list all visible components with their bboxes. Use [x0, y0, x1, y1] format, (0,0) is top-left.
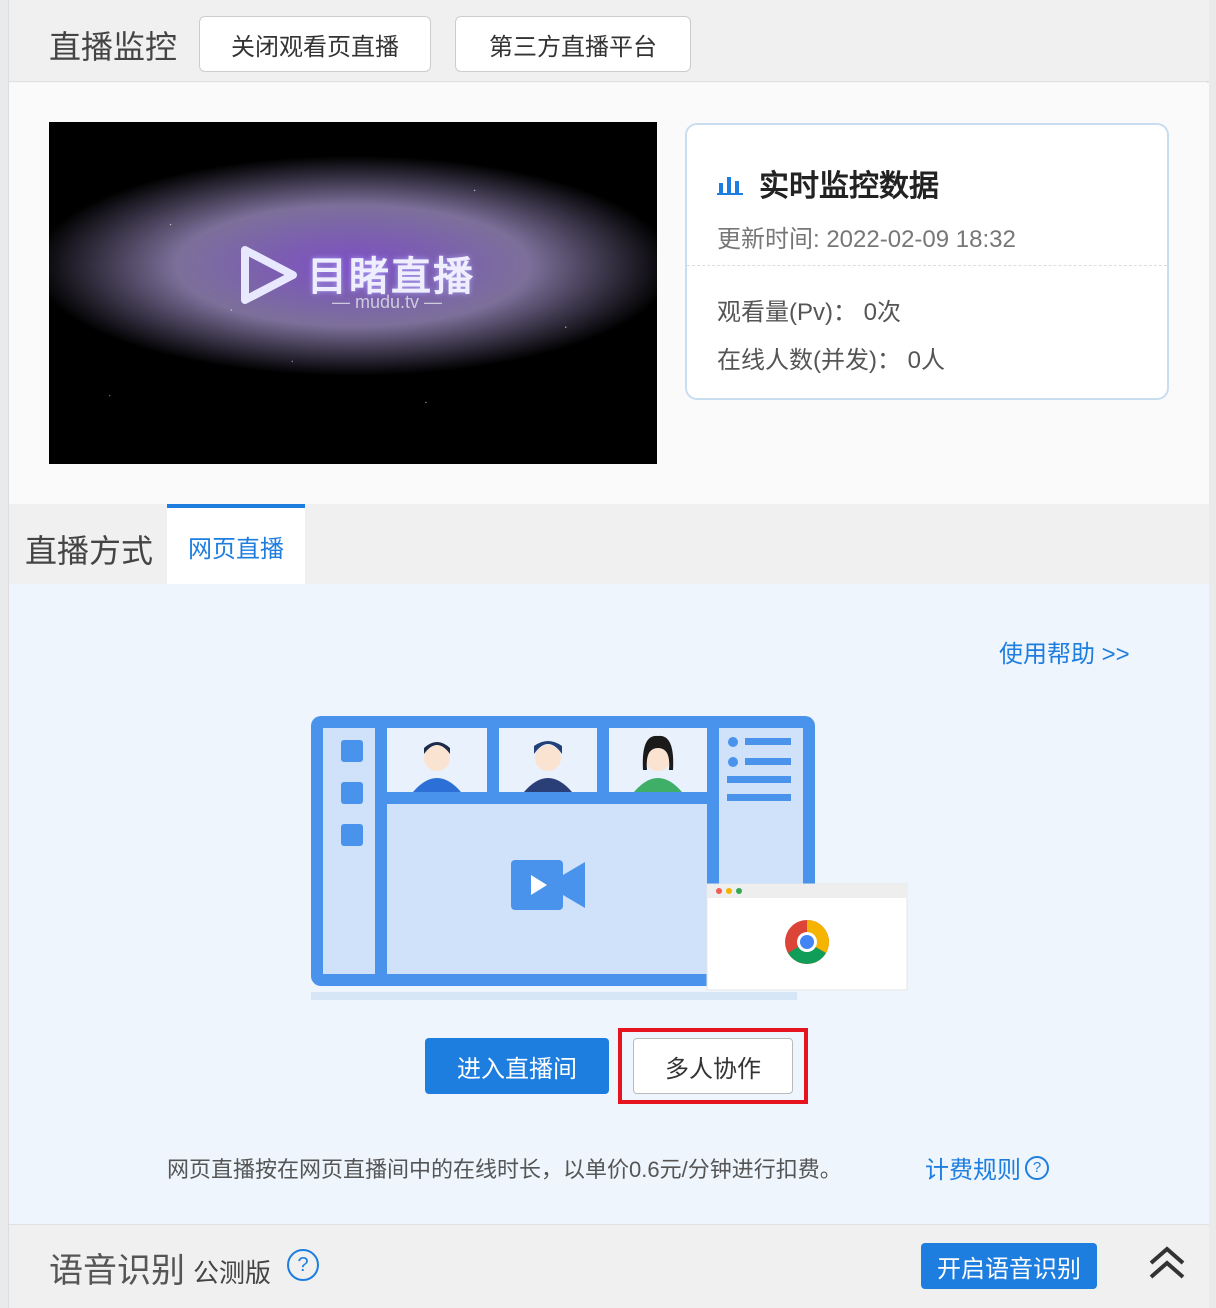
stats-pv: 观看量(Pv)： 0次 — [717, 299, 902, 326]
speech-recognition-title: 语音识别 — [49, 1252, 185, 1290]
live-monitor-panel: 直播监控 关闭观看页直播 第三方直播平台 目睹直播 — mudu.tv — 实时… — [8, 0, 1209, 1308]
third-party-platform-button[interactable]: 第三方直播平台 — [455, 16, 691, 72]
monitor-section: 目睹直播 — mudu.tv — 实时监控数据 更新时间: 2022-02-09… — [9, 83, 1209, 504]
question-circle-icon[interactable]: ? — [287, 1249, 319, 1281]
speech-recognition-bar: 语音识别 公测版 ? 开启语音识别 — [9, 1224, 1209, 1308]
enter-live-room-button[interactable]: 进入直播间 — [425, 1038, 609, 1094]
stats-title: 实时监控数据 — [759, 170, 939, 203]
monitor-header: 直播监控 关闭观看页直播 第三方直播平台 — [9, 0, 1209, 82]
page-title: 直播监控 — [49, 29, 178, 65]
play-logo-icon — [241, 246, 297, 304]
logo-subtext: — mudu.tv — — [331, 292, 443, 312]
web-live-illustration — [311, 716, 908, 1000]
realtime-stats-card: 实时监控数据 更新时间: 2022-02-09 18:32 观看量(Pv)： 0… — [685, 123, 1169, 400]
live-video-preview[interactable]: 目睹直播 — mudu.tv — — [49, 122, 657, 464]
billing-rules-label: 计费规则 — [925, 1157, 1021, 1184]
double-chevron-up-icon[interactable] — [1145, 1243, 1189, 1283]
multi-user-collab-button[interactable]: 多人协作 — [633, 1038, 793, 1094]
tab-web-live[interactable]: 网页直播 — [167, 504, 305, 584]
live-mode-bar: 直播方式 网页直播 — [9, 504, 1209, 584]
question-circle-icon: ? — [1025, 1155, 1049, 1180]
bar-chart-icon — [717, 177, 743, 195]
usage-help-link[interactable]: 使用帮助 >> — [999, 634, 1130, 669]
stats-online: 在线人数(并发)： 0人 — [717, 347, 945, 374]
billing-rules-link[interactable]: 计费规则 ? — [925, 1150, 1049, 1185]
close-watch-live-button[interactable]: 关闭观看页直播 — [199, 16, 431, 72]
beta-badge: 公测版 — [193, 1258, 272, 1288]
live-mode-title: 直播方式 — [25, 533, 154, 569]
billing-note: 网页直播按在网页直播间中的在线时长，以单价0.6元/分钟进行扣费。 — [167, 1157, 842, 1182]
enable-speech-recognition-button[interactable]: 开启语音识别 — [921, 1243, 1097, 1289]
web-live-content: 使用帮助 >> 进入直播间 多人协作 网页直播按在网页直播间中的在线时长，以单价… — [9, 584, 1209, 1224]
mudu-logo: 目睹直播 — mudu.tv — — [237, 244, 477, 314]
stats-update-time: 更新时间: 2022-02-09 18:32 — [717, 226, 1016, 253]
stats-divider — [687, 265, 1167, 266]
